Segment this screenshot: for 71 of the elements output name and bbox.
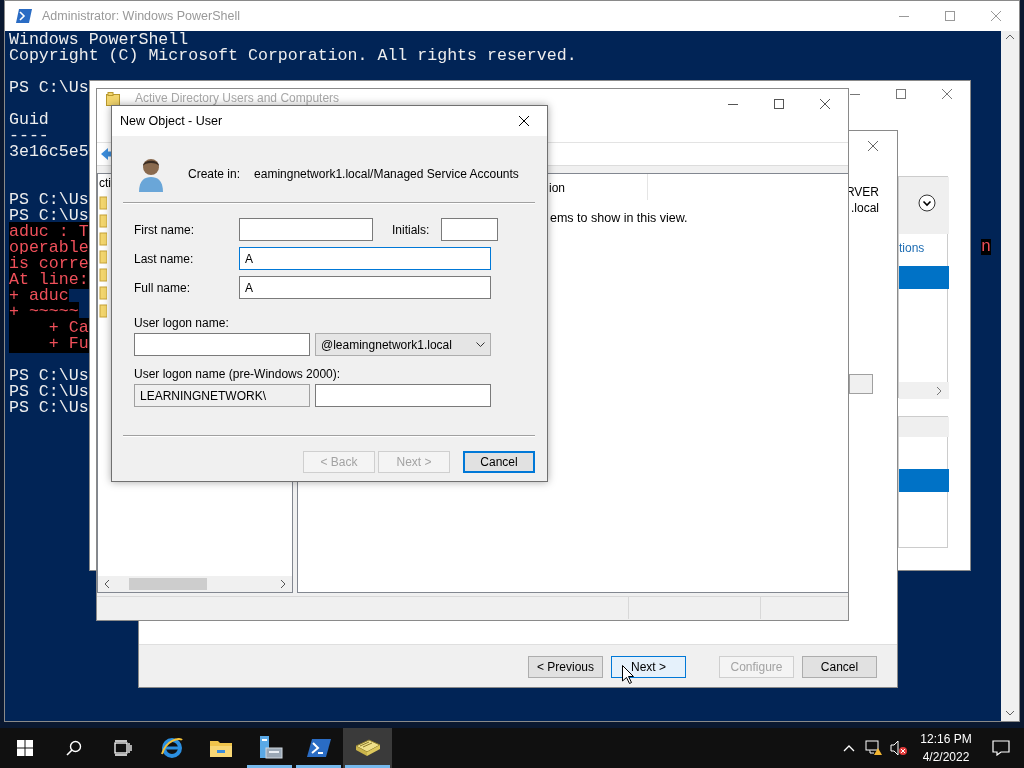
chevron-down-icon — [476, 341, 485, 348]
task-view-icon — [113, 740, 132, 756]
domain-prefix-field: LEARNINGNETWORK\ — [134, 384, 310, 407]
console-line: PS C:\Us — [9, 382, 89, 401]
book-icon — [354, 738, 381, 758]
input-field[interactable]: A — [239, 247, 491, 270]
field-label: User logon name: — [134, 316, 230, 330]
console-line: Windows PowerShell — [9, 30, 189, 49]
input-field[interactable]: A — [239, 276, 491, 299]
console-line: 3e16c5e5 — [9, 142, 89, 161]
create-in-path: eamingnetwork1.local/Managed Service Accounts — [254, 166, 519, 183]
console-line: PS C:\Us — [9, 398, 89, 417]
mouse-cursor-icon — [622, 665, 634, 684]
close-icon[interactable] — [519, 116, 529, 126]
volume-muted-icon[interactable] — [890, 740, 908, 756]
field-label: Create in: — [188, 166, 241, 183]
scroll-right-icon[interactable] — [279, 579, 287, 589]
column-header[interactable]: ion — [549, 181, 565, 195]
scroll-left-icon[interactable] — [103, 579, 111, 589]
close-icon[interactable] — [820, 99, 830, 109]
field-label: First name: — [134, 221, 195, 239]
user-icon — [137, 156, 165, 192]
taskbar-button[interactable] — [343, 728, 392, 768]
scrollbar[interactable] — [1001, 31, 1019, 721]
console-line: PS C:\Us — [9, 206, 89, 225]
next-button[interactable]: Next > — [611, 656, 686, 678]
folder-icon — [106, 92, 120, 106]
clock-time[interactable]: 12:16 PM — [920, 730, 972, 748]
console-line: PS C:\Us — [9, 366, 89, 385]
scroll-right-icon[interactable] — [935, 386, 943, 396]
cancel-button[interactable]: Cancel — [463, 451, 535, 473]
terminal-icon — [306, 738, 331, 758]
field-label: Initials: — [392, 221, 430, 239]
network-warning-icon[interactable] — [865, 740, 883, 756]
notification-icon[interactable] — [992, 740, 1010, 756]
console-line: Guid — [9, 110, 49, 129]
input-field[interactable] — [441, 218, 499, 241]
scrollbar[interactable] — [899, 382, 949, 399]
empty-message: ems to show in this view. — [549, 210, 689, 227]
start-icon — [16, 740, 33, 756]
window-title: Active Directory Users and Computers — [135, 92, 340, 105]
chevron-up-icon[interactable] — [843, 744, 855, 752]
field-label: Last name: — [134, 250, 195, 268]
domain-dropdown[interactable]: @leamingnetwork1.local — [315, 333, 491, 356]
clock-date[interactable]: 4/2/2022 — [922, 748, 970, 766]
search-icon — [65, 740, 82, 756]
console-line: ---- — [9, 126, 49, 145]
browser-icon — [159, 736, 184, 760]
input-field[interactable] — [134, 333, 310, 356]
cancel-button[interactable]: Cancel — [802, 656, 877, 678]
input-field[interactable] — [239, 218, 373, 241]
field-label: User logon name (pre-Windows 2000): — [134, 367, 342, 381]
window-title: Administrator: Windows PowerShell — [42, 7, 240, 25]
panel-header — [899, 417, 949, 437]
maximize-icon[interactable] — [774, 99, 784, 109]
scrollbar-thumb[interactable] — [129, 578, 207, 590]
expand-icon[interactable] — [918, 194, 936, 212]
console-line: Copyright (C) Microsoft Corporation. All rights reserved. — [9, 46, 577, 65]
maximize-icon[interactable] — [896, 89, 906, 99]
dialog-title: New Object - User — [120, 112, 223, 130]
tasks-link[interactable]: tions — [899, 239, 925, 257]
console-line: PS C:\Us — [9, 190, 89, 209]
previous-button[interactable]: < Previous — [528, 656, 603, 678]
tree-item[interactable]: cti — [99, 176, 111, 190]
console-line: PS C:\Us — [9, 78, 89, 97]
folder-icon — [208, 738, 233, 758]
terminal-icon — [16, 9, 32, 23]
field-label: Full name: — [134, 279, 192, 297]
server-name: .local — [850, 200, 879, 216]
text-field[interactable] — [849, 374, 873, 394]
input-field[interactable] — [315, 384, 491, 407]
